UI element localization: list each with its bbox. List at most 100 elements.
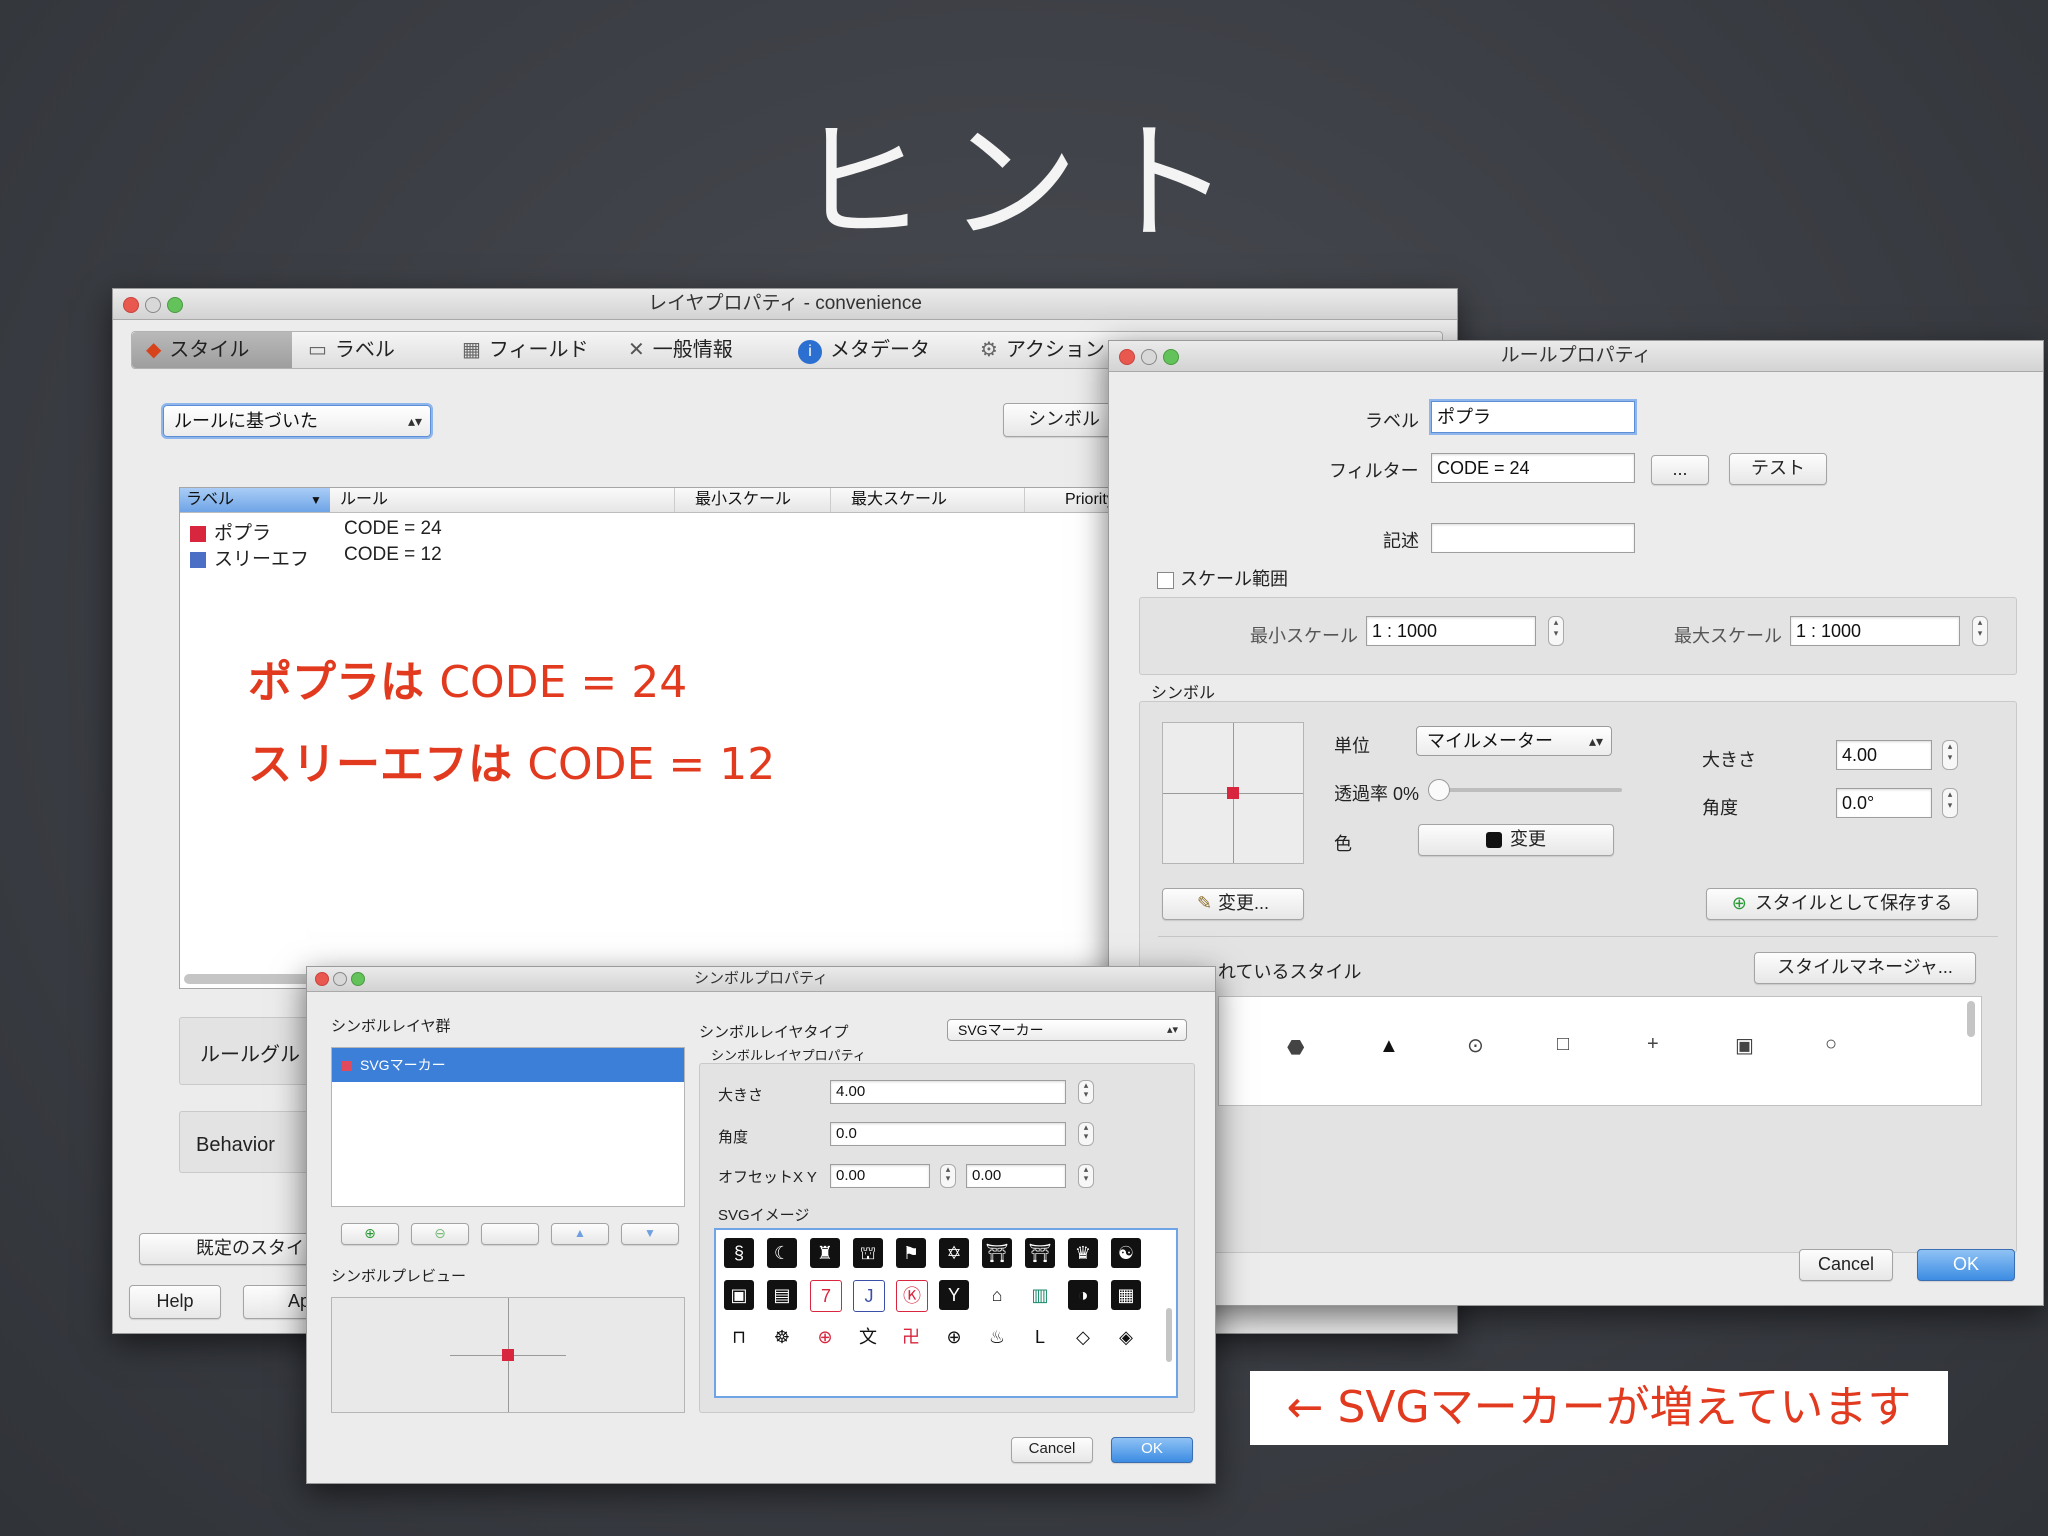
col-priority[interactable]: Priority	[1024, 488, 1115, 512]
col-label[interactable]: ラベル	[180, 488, 330, 512]
tab-style[interactable]: ◆ スタイル	[132, 332, 292, 368]
size-input[interactable]: 4.00	[1836, 740, 1932, 770]
svg-marker-icon[interactable]: ♜	[810, 1238, 840, 1268]
minimize-button[interactable]	[1141, 349, 1157, 365]
svg-marker-icon[interactable]: ⌂	[982, 1280, 1012, 1310]
svg-marker-icon[interactable]: Y	[939, 1280, 969, 1310]
style-item-icon[interactable]: ○	[1825, 1033, 1837, 1056]
angle-input[interactable]: 0.0°	[1836, 788, 1932, 818]
svg-marker-icon[interactable]: ♨	[982, 1322, 1012, 1352]
move-down-button[interactable]: ▼	[621, 1223, 679, 1245]
minimize-button[interactable]	[333, 972, 347, 986]
horizontal-scrollbar[interactable]	[184, 974, 324, 984]
svg-marker-icon[interactable]: ⛩	[1025, 1238, 1055, 1268]
ok-button[interactable]: OK	[1917, 1249, 2015, 1281]
tab-general[interactable]: ✕ 一般情報	[628, 332, 733, 368]
max-scale-input[interactable]: 1 : 1000	[1790, 616, 1960, 646]
ok-button[interactable]: OK	[1111, 1437, 1193, 1463]
angle-input[interactable]: 0.0	[830, 1122, 1066, 1146]
transparency-slider[interactable]	[1428, 779, 1622, 801]
svg-marker-icon[interactable]: ☸	[767, 1322, 797, 1352]
max-scale-stepper[interactable]: ▴ ▾	[1972, 616, 1988, 646]
slider-handle[interactable]	[1428, 779, 1450, 801]
svg-marker-icon[interactable]: ⊕	[810, 1322, 840, 1352]
save-as-style-button[interactable]: ⊕ スタイルとして保存する	[1706, 888, 1978, 920]
style-item-icon[interactable]: ▲	[1379, 1035, 1399, 1058]
svg-marker-icon[interactable]: ▥	[1025, 1280, 1055, 1310]
size-stepper[interactable]: ▴ ▾	[1942, 740, 1958, 770]
style-item-icon[interactable]: ⊙	[1467, 1033, 1484, 1058]
vertical-scrollbar[interactable]	[1967, 1001, 1975, 1037]
style-item-icon[interactable]: □	[1557, 1033, 1569, 1056]
table-row[interactable]: ポプラ	[190, 518, 271, 545]
cancel-button[interactable]: Cancel	[1799, 1249, 1893, 1281]
min-scale-input[interactable]: 1 : 1000	[1366, 616, 1536, 646]
svg-marker-icon[interactable]: L	[1025, 1322, 1055, 1352]
add-layer-button[interactable]: ⊕	[341, 1223, 399, 1245]
svg-marker-icon[interactable]: ⚑	[896, 1238, 926, 1268]
label-input[interactable]: ポプラ	[1431, 401, 1635, 433]
size-stepper[interactable]: ▴ ▾	[1078, 1080, 1094, 1104]
svg-marker-icon[interactable]: §	[724, 1238, 754, 1268]
move-up-button[interactable]: ▲	[551, 1223, 609, 1245]
zoom-button[interactable]	[167, 297, 183, 313]
renderer-select[interactable]: ルールに基づいた ▴▾	[163, 405, 431, 437]
style-item-icon[interactable]: ⬣	[1287, 1035, 1304, 1060]
svg-marker-icon[interactable]: ☾	[767, 1238, 797, 1268]
svg-marker-icon[interactable]: ◈	[1111, 1322, 1141, 1352]
angle-stepper[interactable]: ▴ ▾	[1942, 788, 1958, 818]
tab-label[interactable]: ▭ ラベル	[308, 332, 395, 368]
col-max-scale[interactable]: 最大スケール	[830, 488, 947, 512]
svg-marker-icon[interactable]: ⊓	[724, 1322, 754, 1352]
angle-stepper[interactable]: ▴ ▾	[1078, 1122, 1094, 1146]
close-button[interactable]	[123, 297, 139, 313]
svg-marker-icon[interactable]: ◑	[1068, 1280, 1098, 1310]
lock-layer-button[interactable]	[481, 1223, 539, 1245]
close-button[interactable]	[1119, 349, 1135, 365]
color-change-button[interactable]: 変更	[1418, 824, 1614, 856]
svg-marker-icon[interactable]: ⛫	[853, 1238, 883, 1268]
tab-fields[interactable]: ▦ フィールド	[462, 332, 589, 368]
filter-input[interactable]: CODE = 24	[1431, 453, 1635, 483]
close-button[interactable]	[315, 972, 329, 986]
svg-marker-icon[interactable]: ▤	[767, 1280, 797, 1310]
layer-type-select[interactable]: SVGマーカー ▴▾	[947, 1019, 1187, 1041]
svg-marker-icon[interactable]: J	[853, 1280, 885, 1312]
svg-marker-icon[interactable]: ✡	[939, 1238, 969, 1268]
test-button[interactable]: テスト	[1729, 453, 1827, 485]
scale-range-checkbox[interactable]: スケール範囲	[1157, 565, 1288, 591]
svg-marker-icon[interactable]: ◇	[1068, 1322, 1098, 1352]
vertical-scrollbar[interactable]	[1166, 1308, 1172, 1362]
unit-select[interactable]: マイルメーター ▴▾	[1416, 726, 1612, 756]
minimize-button[interactable]	[145, 297, 161, 313]
list-item[interactable]: SVGマーカー	[332, 1048, 684, 1082]
svg-marker-icon[interactable]: ⊕	[939, 1322, 969, 1352]
svg-marker-icon[interactable]: 文	[853, 1322, 883, 1352]
col-rule[interactable]: ルール	[340, 488, 388, 512]
help-button[interactable]: Help	[129, 1285, 221, 1319]
tab-actions[interactable]: ⚙ アクション	[980, 332, 1105, 368]
style-item-icon[interactable]: +	[1647, 1033, 1659, 1056]
description-input[interactable]	[1431, 523, 1635, 553]
offset-x-stepper[interactable]: ▴ ▾	[940, 1164, 956, 1188]
expression-button[interactable]: ...	[1651, 455, 1709, 485]
svg-marker-icon[interactable]: Ⓚ	[896, 1280, 928, 1312]
offset-y-input[interactable]: 0.00	[966, 1164, 1066, 1188]
svg-marker-icon[interactable]: 7	[810, 1280, 842, 1312]
cancel-button[interactable]: Cancel	[1011, 1437, 1093, 1463]
offset-y-stepper[interactable]: ▴ ▾	[1078, 1164, 1094, 1188]
tab-metadata[interactable]: i メタデータ	[798, 332, 930, 368]
style-manager-button[interactable]: スタイルマネージャ...	[1754, 952, 1976, 984]
zoom-button[interactable]	[351, 972, 365, 986]
style-item-icon[interactable]: ▣	[1735, 1033, 1754, 1058]
min-scale-stepper[interactable]: ▴ ▾	[1548, 616, 1564, 646]
offset-x-input[interactable]: 0.00	[830, 1164, 930, 1188]
size-input[interactable]: 4.00	[830, 1080, 1066, 1104]
symbol-button[interactable]: シンボル	[1003, 403, 1125, 437]
svg-marker-icon[interactable]: 卍	[896, 1322, 926, 1352]
remove-layer-button[interactable]: ⊖	[411, 1223, 469, 1245]
svg-marker-icon[interactable]: ▦	[1111, 1280, 1141, 1310]
zoom-button[interactable]	[1163, 349, 1179, 365]
svg-marker-icon[interactable]: ⛩	[982, 1238, 1012, 1268]
svg-marker-icon[interactable]: ☯	[1111, 1238, 1141, 1268]
